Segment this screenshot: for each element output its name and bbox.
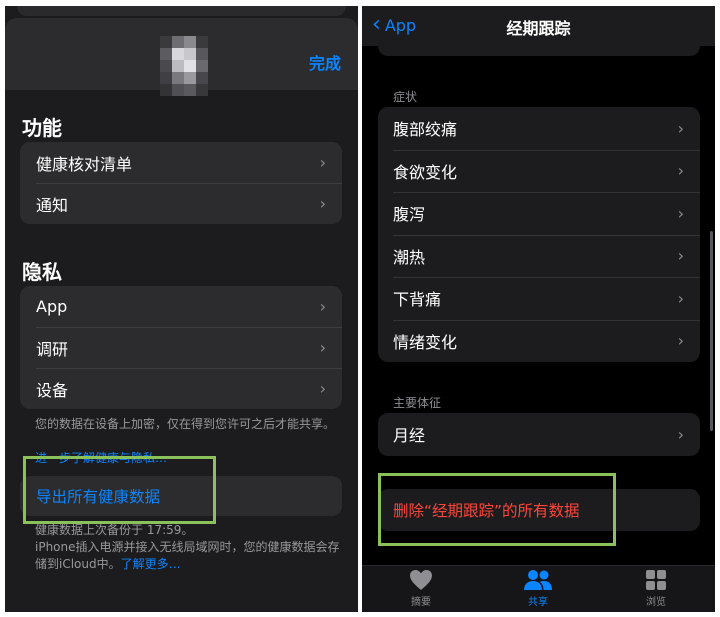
avatar: [160, 36, 208, 96]
list-item-research[interactable]: 调研 ›: [20, 327, 342, 368]
chevron-right-icon: ›: [677, 246, 684, 266]
heart-icon: [410, 570, 432, 590]
learn-more-link[interactable]: 了解更多…: [121, 557, 181, 571]
list-item-label: 腹部绞痛: [393, 120, 458, 140]
list-item-label: 通知: [36, 195, 69, 215]
navigation-bar: ‹ App 经期跟踪: [362, 6, 715, 46]
grid-icon: [646, 570, 666, 590]
chevron-right-icon: ›: [677, 288, 684, 308]
people-icon: [524, 570, 552, 590]
tab-sharing[interactable]: 共享: [508, 569, 568, 608]
list-item-health-checklist[interactable]: 健康核对清单 ›: [20, 142, 342, 183]
scrollbar[interactable]: [710, 231, 713, 431]
highlight-box: [378, 473, 616, 546]
chevron-right-icon: ›: [677, 118, 684, 138]
partial-list-card: [378, 44, 700, 56]
chevron-right-icon: ›: [677, 331, 684, 351]
list-item-label: 潮热: [393, 247, 426, 267]
list-item-label: 腹泻: [393, 205, 426, 225]
settings-sheet-screen: 完成 功能 健康核对清单 › 通知 › 隐私 App › 调研 › 设备 › 您…: [5, 6, 358, 612]
list-item-menstruation[interactable]: 月经 ›: [378, 413, 700, 456]
chevron-right-icon: ›: [677, 424, 684, 444]
cycle-tracking-screen: ‹ App 经期跟踪 症状 腹部绞痛 › 食欲变化 › 腹泻 › 潮热 › 下背…: [362, 6, 715, 612]
done-button[interactable]: 完成: [309, 50, 341, 74]
section-title-features: 功能: [22, 116, 62, 140]
list-item-notifications[interactable]: 通知 ›: [20, 183, 342, 224]
tab-summary[interactable]: 摘要: [391, 569, 451, 608]
list-item-label: 设备: [36, 380, 69, 400]
tab-bar: 摘要 共享 浏览: [362, 565, 715, 612]
backup-time-note: 健康数据上次备份于 17:59。: [35, 523, 194, 537]
chevron-right-icon: ›: [319, 194, 326, 213]
tab-label: 浏览: [646, 597, 666, 608]
list-item-appetite-changes[interactable]: 食欲变化 ›: [378, 149, 700, 193]
list-item-lower-back-pain[interactable]: 下背痛 ›: [378, 277, 700, 320]
section-title-privacy: 隐私: [22, 260, 62, 284]
list-item-label: 调研: [36, 339, 69, 359]
icloud-backup-note: iPhone插入电源并接入无线局域网时，您的健康数据会存储到iCloud中。了解…: [35, 539, 345, 573]
list-item-hot-flashes[interactable]: 潮热 ›: [378, 234, 700, 278]
list-item-abdominal-cramps[interactable]: 腹部绞痛 ›: [378, 107, 700, 150]
chevron-right-icon: ›: [319, 379, 326, 398]
chevron-right-icon: ›: [677, 203, 684, 223]
list-item-devices[interactable]: 设备 ›: [20, 368, 342, 409]
chevron-right-icon: ›: [319, 153, 326, 172]
list-item-label: App: [36, 297, 68, 316]
list-item-label: 健康核对清单: [36, 154, 133, 174]
list-item-app[interactable]: App ›: [20, 286, 342, 327]
list-item-label: 下背痛: [393, 290, 442, 310]
list-item-label: 月经: [393, 426, 426, 446]
page-title: 经期跟踪: [506, 19, 571, 38]
list-item-label: 情绪变化: [393, 332, 458, 352]
tab-browse[interactable]: 浏览: [626, 569, 686, 608]
tab-label: 共享: [528, 597, 548, 608]
symptoms-group: 腹部绞痛 › 食欲变化 › 腹泻 › 潮热 › 下背痛 › 情绪变化 ›: [378, 107, 700, 362]
list-item-mood-changes[interactable]: 情绪变化 ›: [378, 319, 700, 363]
icloud-backup-text: iPhone插入电源并接入无线局域网时，您的健康数据会存储到iCloud中。: [35, 540, 340, 571]
privacy-note: 您的数据在设备上加密，仅在得到您许可之后才能共享。: [35, 417, 336, 431]
underlying-sheet-edge: [17, 6, 346, 16]
highlight-box: [23, 456, 216, 524]
list-item-label: 食欲变化: [393, 162, 458, 182]
vitals-group: 月经 ›: [378, 413, 700, 456]
tab-label: 摘要: [411, 597, 431, 608]
symptoms-label: 症状: [393, 90, 418, 104]
chevron-right-icon: ›: [319, 297, 326, 316]
chevron-right-icon: ›: [319, 338, 326, 357]
list-item-diarrhea[interactable]: 腹泻 ›: [378, 192, 700, 235]
features-group: 健康核对清单 › 通知 ›: [20, 142, 342, 224]
privacy-group: App › 调研 › 设备 ›: [20, 286, 342, 409]
chevron-right-icon: ›: [677, 161, 684, 181]
vitals-label: 主要体征: [393, 396, 442, 410]
sheet-header: 完成: [5, 18, 358, 96]
